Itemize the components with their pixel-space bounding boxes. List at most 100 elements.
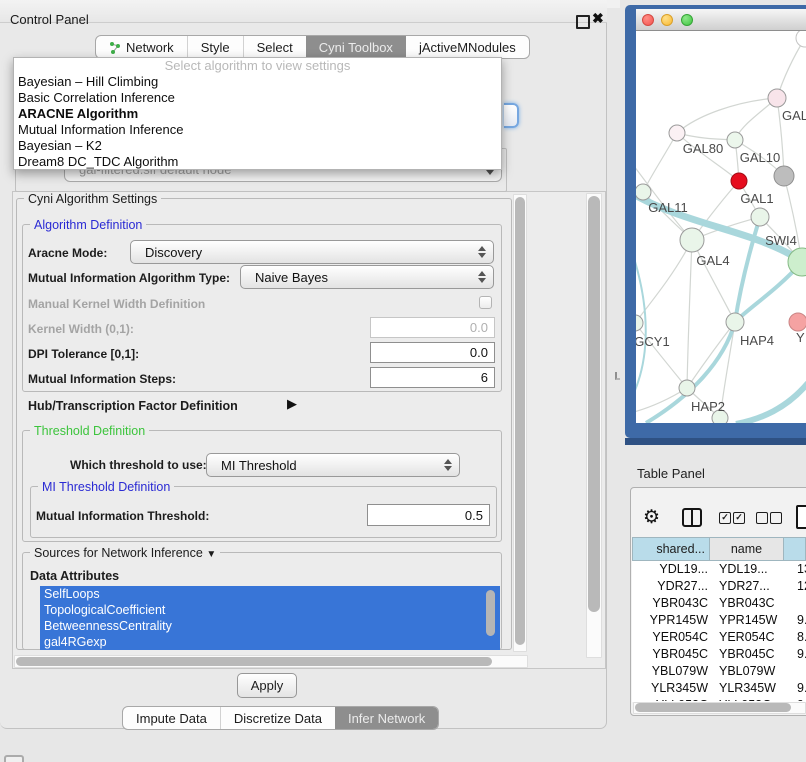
tab-style[interactable]: Style bbox=[187, 36, 243, 58]
table-horizontal-scrollbar-thumb[interactable] bbox=[635, 703, 791, 712]
control-panel-titlebar bbox=[0, 0, 607, 23]
attribute-item-selfloops[interactable]: SelfLoops bbox=[40, 586, 500, 602]
document-icon[interactable] bbox=[796, 505, 806, 529]
hub-definition-label[interactable]: Hub/Transcription Factor Definition bbox=[28, 399, 238, 413]
unchecked-checkbox-icon[interactable] bbox=[770, 512, 782, 524]
which-threshold-select[interactable]: MI Threshold bbox=[206, 453, 460, 477]
network-canvas[interactable]: GALGAL80GAL10GAL1GAL11SWI4GAL4GCY1HAP4YH… bbox=[636, 31, 806, 423]
aracne-mode-select[interactable]: Discovery bbox=[130, 240, 494, 264]
network-node-label: GAL80 bbox=[683, 141, 723, 156]
network-tab-icon bbox=[109, 41, 121, 54]
algorithm-option-mutual-information-inference[interactable]: Mutual Information Inference bbox=[14, 122, 501, 138]
tab-select[interactable]: Select bbox=[243, 36, 306, 58]
splitter-handle-icon[interactable] bbox=[615, 372, 620, 380]
bottom-tab-infer-network[interactable]: Infer Network bbox=[335, 707, 438, 729]
cell-value: 13 bbox=[797, 562, 806, 576]
aracne-mode-value: Discovery bbox=[145, 245, 202, 260]
threshold-definition-title: Threshold Definition bbox=[30, 424, 149, 438]
gear-icon[interactable]: ⚙ bbox=[643, 506, 660, 529]
manual-kernel-checkbox[interactable] bbox=[479, 296, 492, 309]
algorithm-select-focused-fragment[interactable] bbox=[504, 103, 519, 128]
network-node[interactable] bbox=[679, 380, 695, 396]
algorithm-option-aracne-algorithm[interactable]: ARACNE Algorithm bbox=[14, 106, 501, 122]
network-node-label: GAL10 bbox=[740, 150, 780, 165]
cell-shared-name: YBR045C bbox=[652, 647, 708, 661]
zoom-traffic-light-icon[interactable] bbox=[681, 14, 693, 26]
table-row[interactable]: YBR045CYBR045C9. bbox=[632, 646, 806, 663]
network-node[interactable] bbox=[796, 31, 806, 47]
collapsed-panel-icon[interactable] bbox=[4, 755, 24, 762]
expand-right-icon[interactable]: ▶ bbox=[287, 396, 297, 412]
cell-name: YLR345W bbox=[719, 681, 776, 695]
network-node-label: SWI4 bbox=[765, 233, 797, 248]
table-row[interactable]: YBR043CYBR043C bbox=[632, 595, 806, 612]
algorithm-definition-title: Algorithm Definition bbox=[30, 218, 146, 232]
table-row[interactable]: YLL052CYLL052C9 bbox=[632, 697, 806, 701]
mi-threshold-field[interactable]: 0.5 bbox=[367, 504, 490, 526]
mi-type-value: Naive Bayes bbox=[255, 270, 328, 285]
inner-vertical-scrollbar-thumb[interactable] bbox=[515, 197, 525, 645]
columns-icon[interactable] bbox=[682, 508, 702, 527]
table-row[interactable]: YLR345WYLR345W9. bbox=[632, 680, 806, 697]
network-node[interactable] bbox=[789, 313, 806, 331]
network-node[interactable] bbox=[669, 125, 685, 141]
column-header-clipped[interactable] bbox=[783, 537, 806, 561]
outer-vertical-scrollbar-thumb[interactable] bbox=[588, 196, 600, 612]
algorithm-option-basic-correlation-inference[interactable]: Basic Correlation Inference bbox=[14, 90, 501, 106]
attribute-item-gal4rgexp[interactable]: gal4RGexp bbox=[40, 634, 500, 650]
bottom-tab-discretize-data[interactable]: Discretize Data bbox=[220, 707, 335, 729]
float-window-icon[interactable] bbox=[576, 15, 590, 29]
apply-button[interactable]: Apply bbox=[237, 673, 297, 698]
mi-type-label: Mutual Information Algorithm Type: bbox=[28, 271, 230, 285]
mi-type-select[interactable]: Naive Bayes bbox=[240, 265, 494, 289]
network-node-label: GAL4 bbox=[696, 253, 729, 268]
checked-checkbox-icon[interactable]: ✓ bbox=[719, 512, 731, 524]
mi-steps-field[interactable]: 6 bbox=[370, 367, 495, 388]
table-row[interactable]: YDL19...YDL19...13 bbox=[632, 561, 806, 578]
attribute-item-betweennesscentrality[interactable]: BetweennessCentrality bbox=[40, 618, 500, 634]
mi-threshold-group-title: MI Threshold Definition bbox=[38, 480, 174, 494]
bottom-tab-bar: Impute DataDiscretize DataInfer Network bbox=[122, 706, 439, 730]
table-row[interactable]: YBL079WYBL079W bbox=[632, 663, 806, 680]
tab-cyni-toolbox[interactable]: Cyni Toolbox bbox=[306, 36, 406, 58]
network-node[interactable] bbox=[636, 315, 643, 331]
cell-name: YBR043C bbox=[719, 596, 775, 610]
aracne-mode-label: Aracne Mode: bbox=[28, 246, 107, 260]
table-row[interactable]: YER054CYER054C8. bbox=[632, 629, 806, 646]
tab-network[interactable]: Network bbox=[96, 36, 187, 58]
bottom-tab-impute-data[interactable]: Impute Data bbox=[123, 707, 220, 729]
network-node[interactable] bbox=[731, 173, 747, 189]
column-header-name[interactable]: name bbox=[709, 537, 784, 561]
network-node[interactable] bbox=[636, 184, 651, 200]
algorithm-option-bayesian-k2[interactable]: Bayesian – K2 bbox=[14, 138, 501, 154]
network-node[interactable] bbox=[751, 208, 769, 226]
dpi-tolerance-field[interactable]: 0.0 bbox=[370, 342, 495, 363]
table-row[interactable]: YPR145WYPR145W9. bbox=[632, 612, 806, 629]
attribute-item-topologicalcoefficient[interactable]: TopologicalCoefficient bbox=[40, 602, 500, 618]
network-node-label: HAP2 bbox=[691, 399, 725, 414]
close-traffic-light-icon[interactable] bbox=[642, 14, 654, 26]
tab-jactivemnodules[interactable]: jActiveMNodules bbox=[406, 36, 529, 58]
unchecked-checkbox-icon[interactable] bbox=[756, 512, 768, 524]
close-icon[interactable]: ✖ bbox=[592, 10, 604, 27]
network-node[interactable] bbox=[680, 228, 704, 252]
network-node[interactable] bbox=[768, 89, 786, 107]
network-node[interactable] bbox=[726, 313, 744, 331]
top-tab-bar: NetworkStyleSelectCyni ToolboxjActiveMNo… bbox=[95, 35, 530, 59]
data-attributes-list[interactable]: SelfLoopsTopologicalCoefficientBetweenne… bbox=[40, 586, 500, 651]
algorithm-option-dream8-dc-tdc-algorithm[interactable]: Dream8 DC_TDC Algorithm bbox=[14, 154, 501, 170]
minimize-traffic-light-icon[interactable] bbox=[661, 14, 673, 26]
algorithm-option-bayesian-hill-climbing[interactable]: Bayesian – Hill Climbing bbox=[14, 74, 501, 90]
network-node[interactable] bbox=[727, 132, 743, 148]
network-window-frame-bottom bbox=[625, 438, 806, 445]
sources-title[interactable]: Sources for Network Inference ▼ bbox=[30, 546, 220, 560]
list-scrollbar-thumb[interactable] bbox=[486, 590, 495, 636]
horizontal-scrollbar-thumb[interactable] bbox=[16, 657, 492, 666]
data-attributes-label: Data Attributes bbox=[30, 569, 119, 583]
checked-checkbox-icon[interactable]: ✓ bbox=[733, 512, 745, 524]
cell-shared-name: YLR345W bbox=[651, 681, 708, 695]
network-node[interactable] bbox=[774, 166, 794, 186]
table-row[interactable]: YDR27...YDR27...12 bbox=[632, 578, 806, 595]
column-header-shared-name[interactable]: shared... bbox=[632, 537, 710, 561]
cell-value: 9. bbox=[797, 613, 806, 627]
